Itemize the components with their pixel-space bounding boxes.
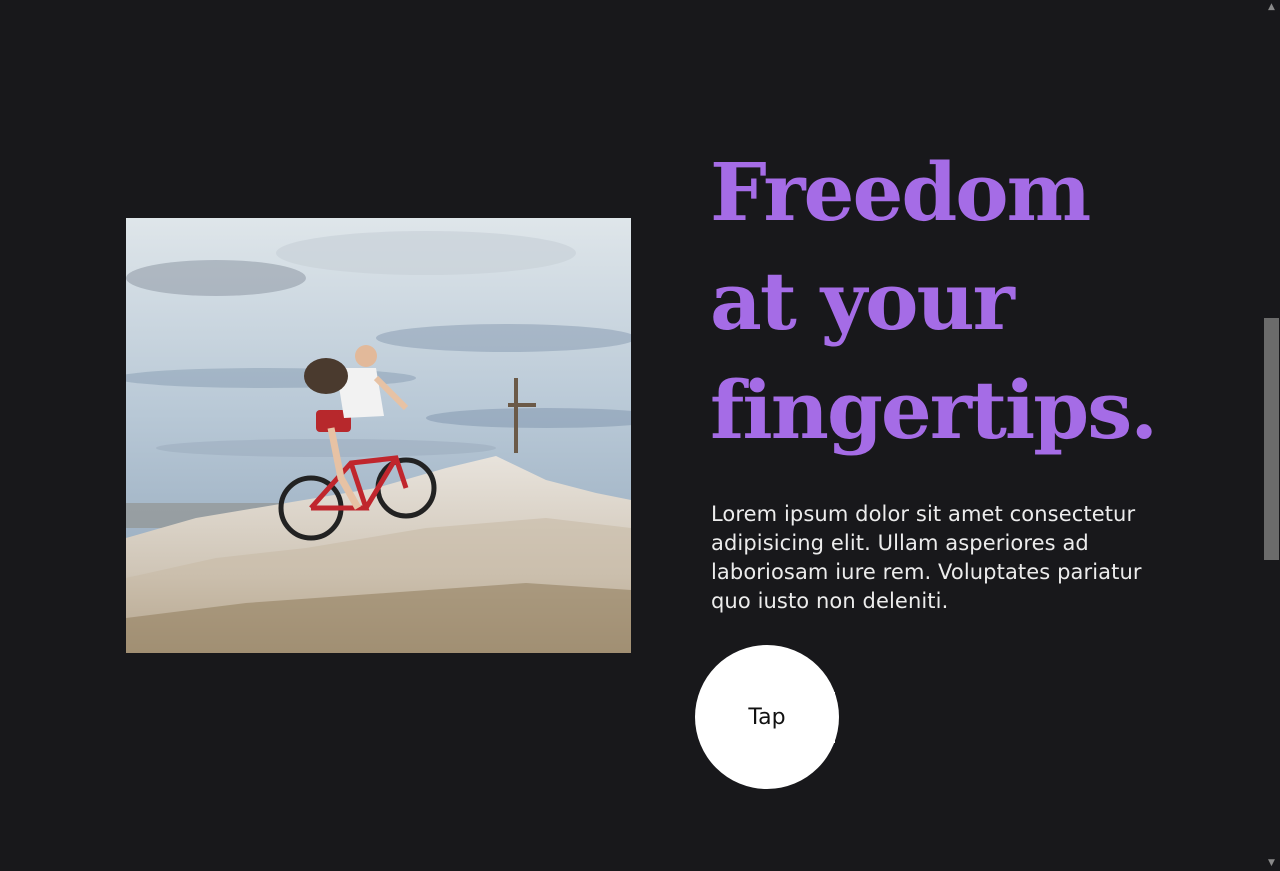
scrollbar[interactable]: ▲ ▼ bbox=[1263, 0, 1280, 871]
hero-image bbox=[126, 218, 631, 653]
tap-button[interactable]: Tap bbox=[695, 645, 839, 789]
hero-photo bbox=[126, 218, 631, 653]
headline-line-1: Freedom bbox=[710, 145, 1091, 239]
chevron-down-icon[interactable]: ▼ bbox=[1266, 858, 1277, 869]
headline-line-3: fingertips. bbox=[710, 363, 1158, 457]
chevron-up-icon[interactable]: ▲ bbox=[1266, 2, 1277, 13]
body-paragraph: Lorem ipsum dolor sit amet consectetur a… bbox=[711, 502, 1142, 613]
page-title: Freedom at your fingertips. bbox=[710, 138, 1230, 465]
headline-line-2: at your bbox=[710, 254, 1015, 348]
scrollbar-thumb[interactable] bbox=[1264, 318, 1279, 560]
